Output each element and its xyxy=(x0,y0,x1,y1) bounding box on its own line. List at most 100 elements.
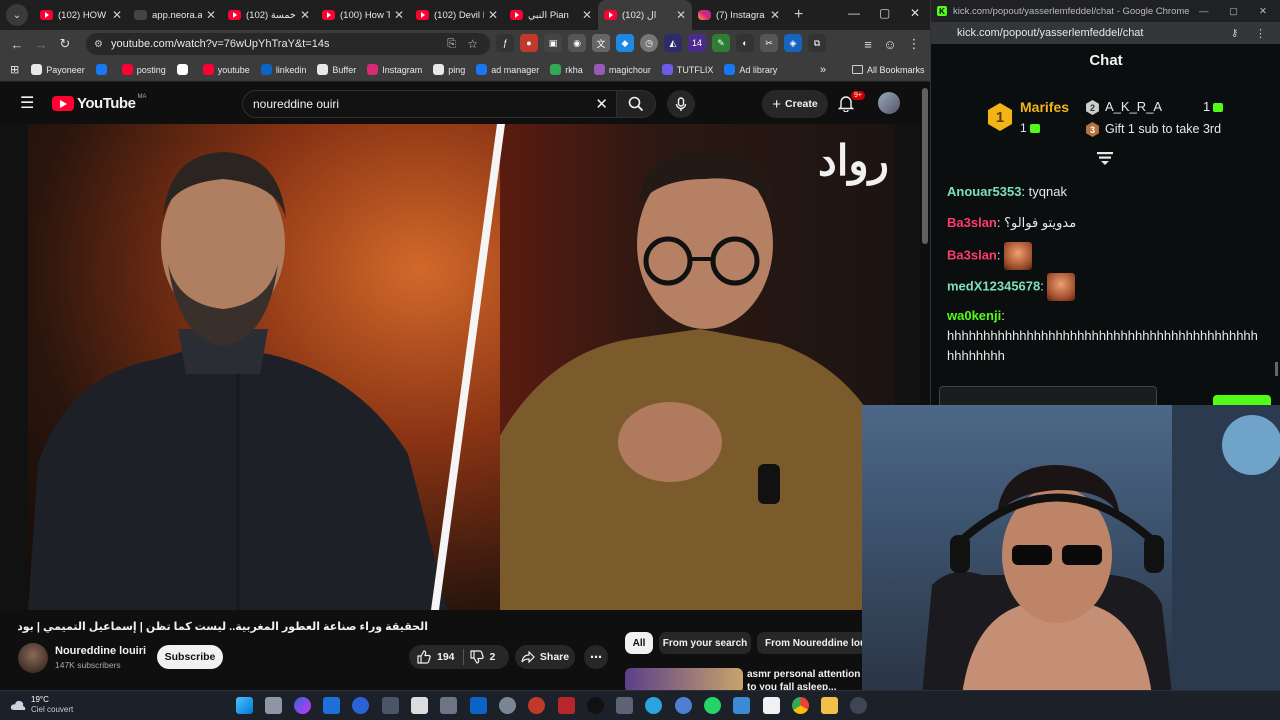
bookmark-item[interactable]: TUTFLIX xyxy=(661,64,713,75)
copilot-icon[interactable] xyxy=(294,697,311,714)
new-tab-button[interactable]: + xyxy=(794,6,803,24)
extension-red-icon[interactable]: ● xyxy=(520,34,538,52)
hamburger-menu-icon[interactable]: ☰ xyxy=(20,93,34,113)
extensions-puzzle-icon[interactable]: ⧉ xyxy=(808,34,826,52)
video-player[interactable]: رواد xyxy=(0,124,920,610)
chat-scrollbar[interactable] xyxy=(1275,362,1278,376)
chat-close-icon[interactable]: ✕ xyxy=(1259,6,1267,17)
extension-screen-icon[interactable]: ▣ xyxy=(544,34,562,52)
bookmark-item[interactable]: Ad library xyxy=(724,64,777,75)
app-feather-icon[interactable] xyxy=(382,697,399,714)
more-actions-icon[interactable]: ⋯ xyxy=(584,645,608,669)
maximize-icon[interactable]: ▢ xyxy=(879,6,890,20)
outlook-icon[interactable] xyxy=(470,697,487,714)
page-scrollbar[interactable] xyxy=(922,88,928,244)
dislike-button[interactable]: 2 xyxy=(469,650,495,664)
browser-tab[interactable]: (102) HOW ✕ xyxy=(34,0,128,30)
bookmark-item[interactable] xyxy=(176,64,192,75)
back-icon[interactable]: ← xyxy=(5,37,29,52)
close-tab-icon[interactable]: ✕ xyxy=(488,8,498,22)
all-bookmarks-folder[interactable]: All Bookmarks xyxy=(852,65,925,75)
bookmark-item[interactable]: ad manager xyxy=(476,64,539,75)
bookmarks-overflow-icon[interactable]: » xyxy=(820,64,826,76)
third-place-prompt[interactable]: Gift 1 sub to take 3rd xyxy=(1105,122,1221,136)
chat-username[interactable]: wa0kenji xyxy=(947,308,1001,323)
collapse-leaderboard-icon[interactable] xyxy=(1097,152,1113,166)
bookmark-item[interactable]: Instagram xyxy=(367,64,422,75)
settings-gear-icon[interactable] xyxy=(499,697,516,714)
app-blue-icon[interactable] xyxy=(352,697,369,714)
chat-minimize-icon[interactable]: — xyxy=(1199,6,1209,17)
app-white-icon[interactable] xyxy=(411,697,428,714)
browser-tab[interactable]: (102) Devil I ✕ xyxy=(410,0,504,30)
extension-badge-icon[interactable]: ◭ xyxy=(664,34,682,52)
browser-tab[interactable]: (102) ال ✕ xyxy=(598,0,692,30)
address-bar[interactable]: ⚙ youtube.com/watch?v=76wUpYhTraY&t=14s … xyxy=(86,33,490,55)
share-button[interactable]: Share xyxy=(515,645,575,669)
browser-tab[interactable]: app.neora.a ✕ xyxy=(128,0,222,30)
search-button[interactable] xyxy=(616,90,656,118)
second-gifter-name[interactable]: A_K_R_A xyxy=(1105,99,1162,114)
bookmark-item[interactable]: Buffer xyxy=(317,64,356,75)
notion-icon[interactable] xyxy=(763,697,780,714)
bookmark-item[interactable]: Payoneer xyxy=(31,64,85,75)
key-icon[interactable]: ⚷ xyxy=(1231,28,1238,39)
browser-tab[interactable]: (100) How T ✕ xyxy=(316,0,410,30)
chat-maximize-icon[interactable]: ▢ xyxy=(1229,6,1238,17)
app-red-icon[interactable] xyxy=(528,697,545,714)
weather-widget[interactable]: 19°C Ciel couvert xyxy=(10,695,73,715)
chat-menu-icon[interactable]: ⋮ xyxy=(1255,27,1266,40)
chat-address-bar[interactable]: kick.com/popout/yasserlemfeddel/chat ⚷ ⋮ xyxy=(931,22,1280,44)
close-window-icon[interactable]: ✕ xyxy=(910,6,920,20)
bookmark-item[interactable]: ping xyxy=(433,64,465,75)
telegram-icon[interactable] xyxy=(645,697,662,714)
app-tool-icon[interactable] xyxy=(616,697,633,714)
youtube-logo[interactable]: YouTube MA xyxy=(52,94,146,112)
voice-search-button[interactable] xyxy=(667,90,695,118)
task-view-icon[interactable] xyxy=(265,697,282,714)
bookmark-item[interactable]: youtube xyxy=(202,64,250,75)
browser-tab[interactable]: النبي Pian ✕ xyxy=(504,0,598,30)
extension-fx-icon[interactable]: ƒ xyxy=(496,34,514,52)
bookmark-item[interactable]: magichour xyxy=(593,64,651,75)
photos-icon[interactable] xyxy=(733,697,750,714)
chat-username[interactable]: Ba3slan xyxy=(947,215,997,230)
account-avatar[interactable] xyxy=(878,92,900,114)
bookmark-item[interactable]: rkha xyxy=(550,64,583,75)
tab-search-button[interactable]: ⌄ xyxy=(6,4,28,26)
chat-username[interactable]: medX12345678 xyxy=(947,278,1040,293)
chip-from-your-search[interactable]: From your search xyxy=(659,632,751,654)
recommended-thumbnail[interactable] xyxy=(625,668,743,690)
extension-green-icon[interactable]: ✎ xyxy=(712,34,730,52)
app-l-icon[interactable] xyxy=(323,697,340,714)
extension-counter-icon[interactable]: 14 xyxy=(688,34,706,52)
subscribe-button[interactable]: Subscribe xyxy=(157,645,223,669)
recommended-title[interactable]: asmr personal attention to you fall asle… xyxy=(747,668,865,690)
extension-blue-icon[interactable]: ◆ xyxy=(616,34,634,52)
minimize-icon[interactable]: — xyxy=(848,6,860,20)
store-icon[interactable] xyxy=(440,697,457,714)
bookmark-item[interactable]: posting xyxy=(121,64,166,75)
tiktok-icon[interactable] xyxy=(587,697,604,714)
start-menu-icon[interactable] xyxy=(236,697,253,714)
close-tab-icon[interactable]: ✕ xyxy=(676,8,686,22)
close-tab-icon[interactable]: ✕ xyxy=(112,8,122,22)
browser-tab[interactable]: (7) Instagra ✕ xyxy=(692,0,786,30)
chip-from-channel[interactable]: From Noureddine louiri xyxy=(757,632,867,654)
browser-tab[interactable]: (102) خمسة ✕ xyxy=(222,0,316,30)
channel-avatar[interactable] xyxy=(18,643,48,673)
bookmark-item[interactable]: linkedin xyxy=(260,64,306,75)
top-gifter-name[interactable]: Marifes xyxy=(1020,99,1069,115)
app-overflow-icon[interactable] xyxy=(850,697,867,714)
site-info-icon[interactable]: ⚙ xyxy=(94,39,103,50)
extension-clock-icon[interactable]: ◷ xyxy=(640,34,658,52)
whatsapp-icon[interactable] xyxy=(704,697,721,714)
create-button[interactable]: + Create xyxy=(762,90,828,118)
close-tab-icon[interactable]: ✕ xyxy=(394,8,404,22)
bookmark-star-icon[interactable]: ☆ xyxy=(467,37,478,51)
app-globe-icon[interactable] xyxy=(675,697,692,714)
chip-all[interactable]: All xyxy=(625,632,653,654)
close-tab-icon[interactable]: ✕ xyxy=(582,8,592,22)
like-button[interactable]: 194 xyxy=(409,650,455,664)
chat-username[interactable]: Anouar5353 xyxy=(947,184,1021,199)
